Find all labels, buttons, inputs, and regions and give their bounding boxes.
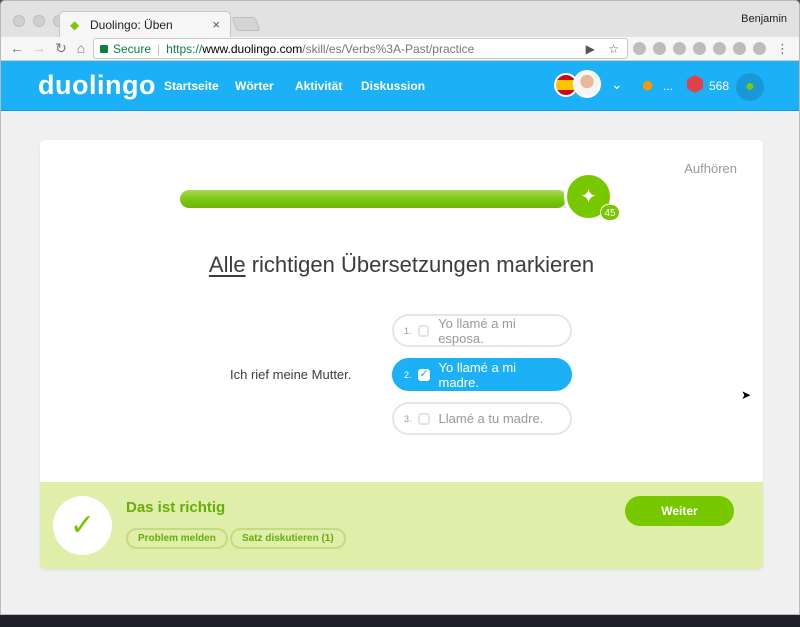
choice-text: Llamé a tu madre. (438, 411, 544, 426)
bookmark-star-icon[interactable]: ☆ (608, 42, 619, 56)
streak-count: ... (663, 79, 674, 93)
duolingo-header: duolingo Startseite Wörter Aktivität Dis… (1, 61, 799, 111)
checkbox[interactable] (417, 324, 430, 337)
result-footer: ✓ Das ist richtig Problem melden Satz di… (40, 482, 763, 569)
choice-number: 3. (404, 413, 412, 424)
mouse-cursor-icon: ➤ (741, 388, 752, 402)
minimize-window-button[interactable] (33, 15, 45, 27)
choice-2[interactable]: 2. ✓ Yo llamé a mi madre. (392, 358, 572, 391)
duolingo-logo[interactable]: duolingo (38, 70, 156, 101)
avatar[interactable] (573, 70, 601, 98)
result-title: Das ist richtig (126, 499, 226, 516)
choice-text: Yo llamé a mi madre. (438, 359, 517, 390)
url-protocol: https:// (166, 41, 203, 56)
lesson-progress-bar (180, 190, 600, 208)
browser-tab[interactable]: ◆ Duolingo: Üben × (59, 11, 231, 37)
address-bar: ← → ↻ ⌂ Secure | https://www.duolingo.co… (1, 37, 799, 61)
browser-menu-icon[interactable]: ⋮ (776, 41, 789, 57)
close-window-button[interactable] (13, 15, 25, 27)
forward-icon[interactable]: → (31, 40, 47, 56)
checkbox[interactable] (417, 412, 430, 425)
instruction-text: richtigen Übersetzungen markieren (245, 252, 595, 277)
extension-icon[interactable] (693, 42, 706, 55)
instruction-emphasis: Alle (208, 252, 246, 277)
url-separator: | (157, 41, 161, 56)
gem-count: 568 (709, 79, 730, 93)
close-tab-icon[interactable]: × (212, 17, 220, 32)
continue-button[interactable]: Weiter (625, 496, 734, 526)
progress-fill (180, 190, 567, 208)
nav-startseite[interactable]: Startseite (164, 79, 219, 93)
gem-icon[interactable] (687, 75, 703, 93)
reload-icon[interactable]: ↻ (53, 40, 69, 57)
streak-flame-icon[interactable]: ● (641, 72, 654, 98)
camera-icon[interactable]: ▶ (586, 42, 595, 56)
extension-icon[interactable] (713, 42, 726, 55)
duolingo-owl-icon: ◆ (70, 17, 80, 32)
choice-number: 1. (404, 325, 412, 336)
choice-3[interactable]: 3. Llamé a tu madre. (392, 402, 572, 435)
report-problem-button[interactable]: Problem melden (126, 528, 228, 549)
extension-icon[interactable] (633, 42, 646, 55)
extension-icon[interactable] (673, 42, 686, 55)
choice-text: Yo llamé a mi esposa. (438, 315, 516, 346)
extension-icon[interactable] (653, 42, 666, 55)
discuss-sentence-button[interactable]: Satz diskutieren (1) (230, 528, 346, 549)
nav-woerter[interactable]: Wörter (235, 79, 274, 93)
extension-icon[interactable] (733, 42, 746, 55)
url-domain: www.duolingo.com (202, 41, 303, 56)
home-icon[interactable]: ⌂ (73, 40, 89, 56)
check-icon: ✓ (419, 367, 429, 380)
chevron-down-icon[interactable]: ⌄ (611, 76, 623, 93)
tab-bar: ◆ Duolingo: Üben × Benjamin (1, 1, 799, 37)
lesson-card: Aufhören ✦ 45 Alle richtigen Übersetzung… (40, 140, 763, 569)
nav-diskussion[interactable]: Diskussion (361, 79, 425, 93)
checkbox-checked[interactable]: ✓ (417, 367, 430, 381)
nav-aktivitaet[interactable]: Aktivität (295, 79, 342, 93)
omnibox-actions: ▶ ☆ (586, 42, 619, 56)
notification-bell-icon[interactable]: ● (736, 73, 764, 101)
tab-title: Duolingo: Üben (90, 17, 173, 32)
progress-badge-count: 45 (600, 204, 620, 221)
profile-name[interactable]: Benjamin (741, 13, 787, 25)
extension-icon[interactable] (753, 42, 766, 55)
new-tab-button[interactable] (231, 17, 261, 31)
choice-number: 2. (404, 369, 412, 380)
url-path: /skill/es/Verbs%3A-Past/practice (302, 41, 475, 56)
lock-icon (100, 44, 108, 53)
quit-button[interactable]: Aufhören (684, 161, 737, 176)
extension-icons (633, 42, 766, 55)
secure-label: Secure (113, 41, 152, 56)
instruction: Alle richtigen Übersetzungen markieren (40, 252, 763, 278)
choice-1[interactable]: 1. Yo llamé a mi esposa. (392, 314, 572, 347)
correct-check-icon: ✓ (53, 496, 112, 555)
back-icon[interactable]: ← (9, 40, 25, 56)
prompt-sentence: Ich rief meine Mutter. (230, 367, 352, 382)
url-input[interactable]: Secure | https://www.duolingo.com/skill/… (93, 38, 628, 59)
